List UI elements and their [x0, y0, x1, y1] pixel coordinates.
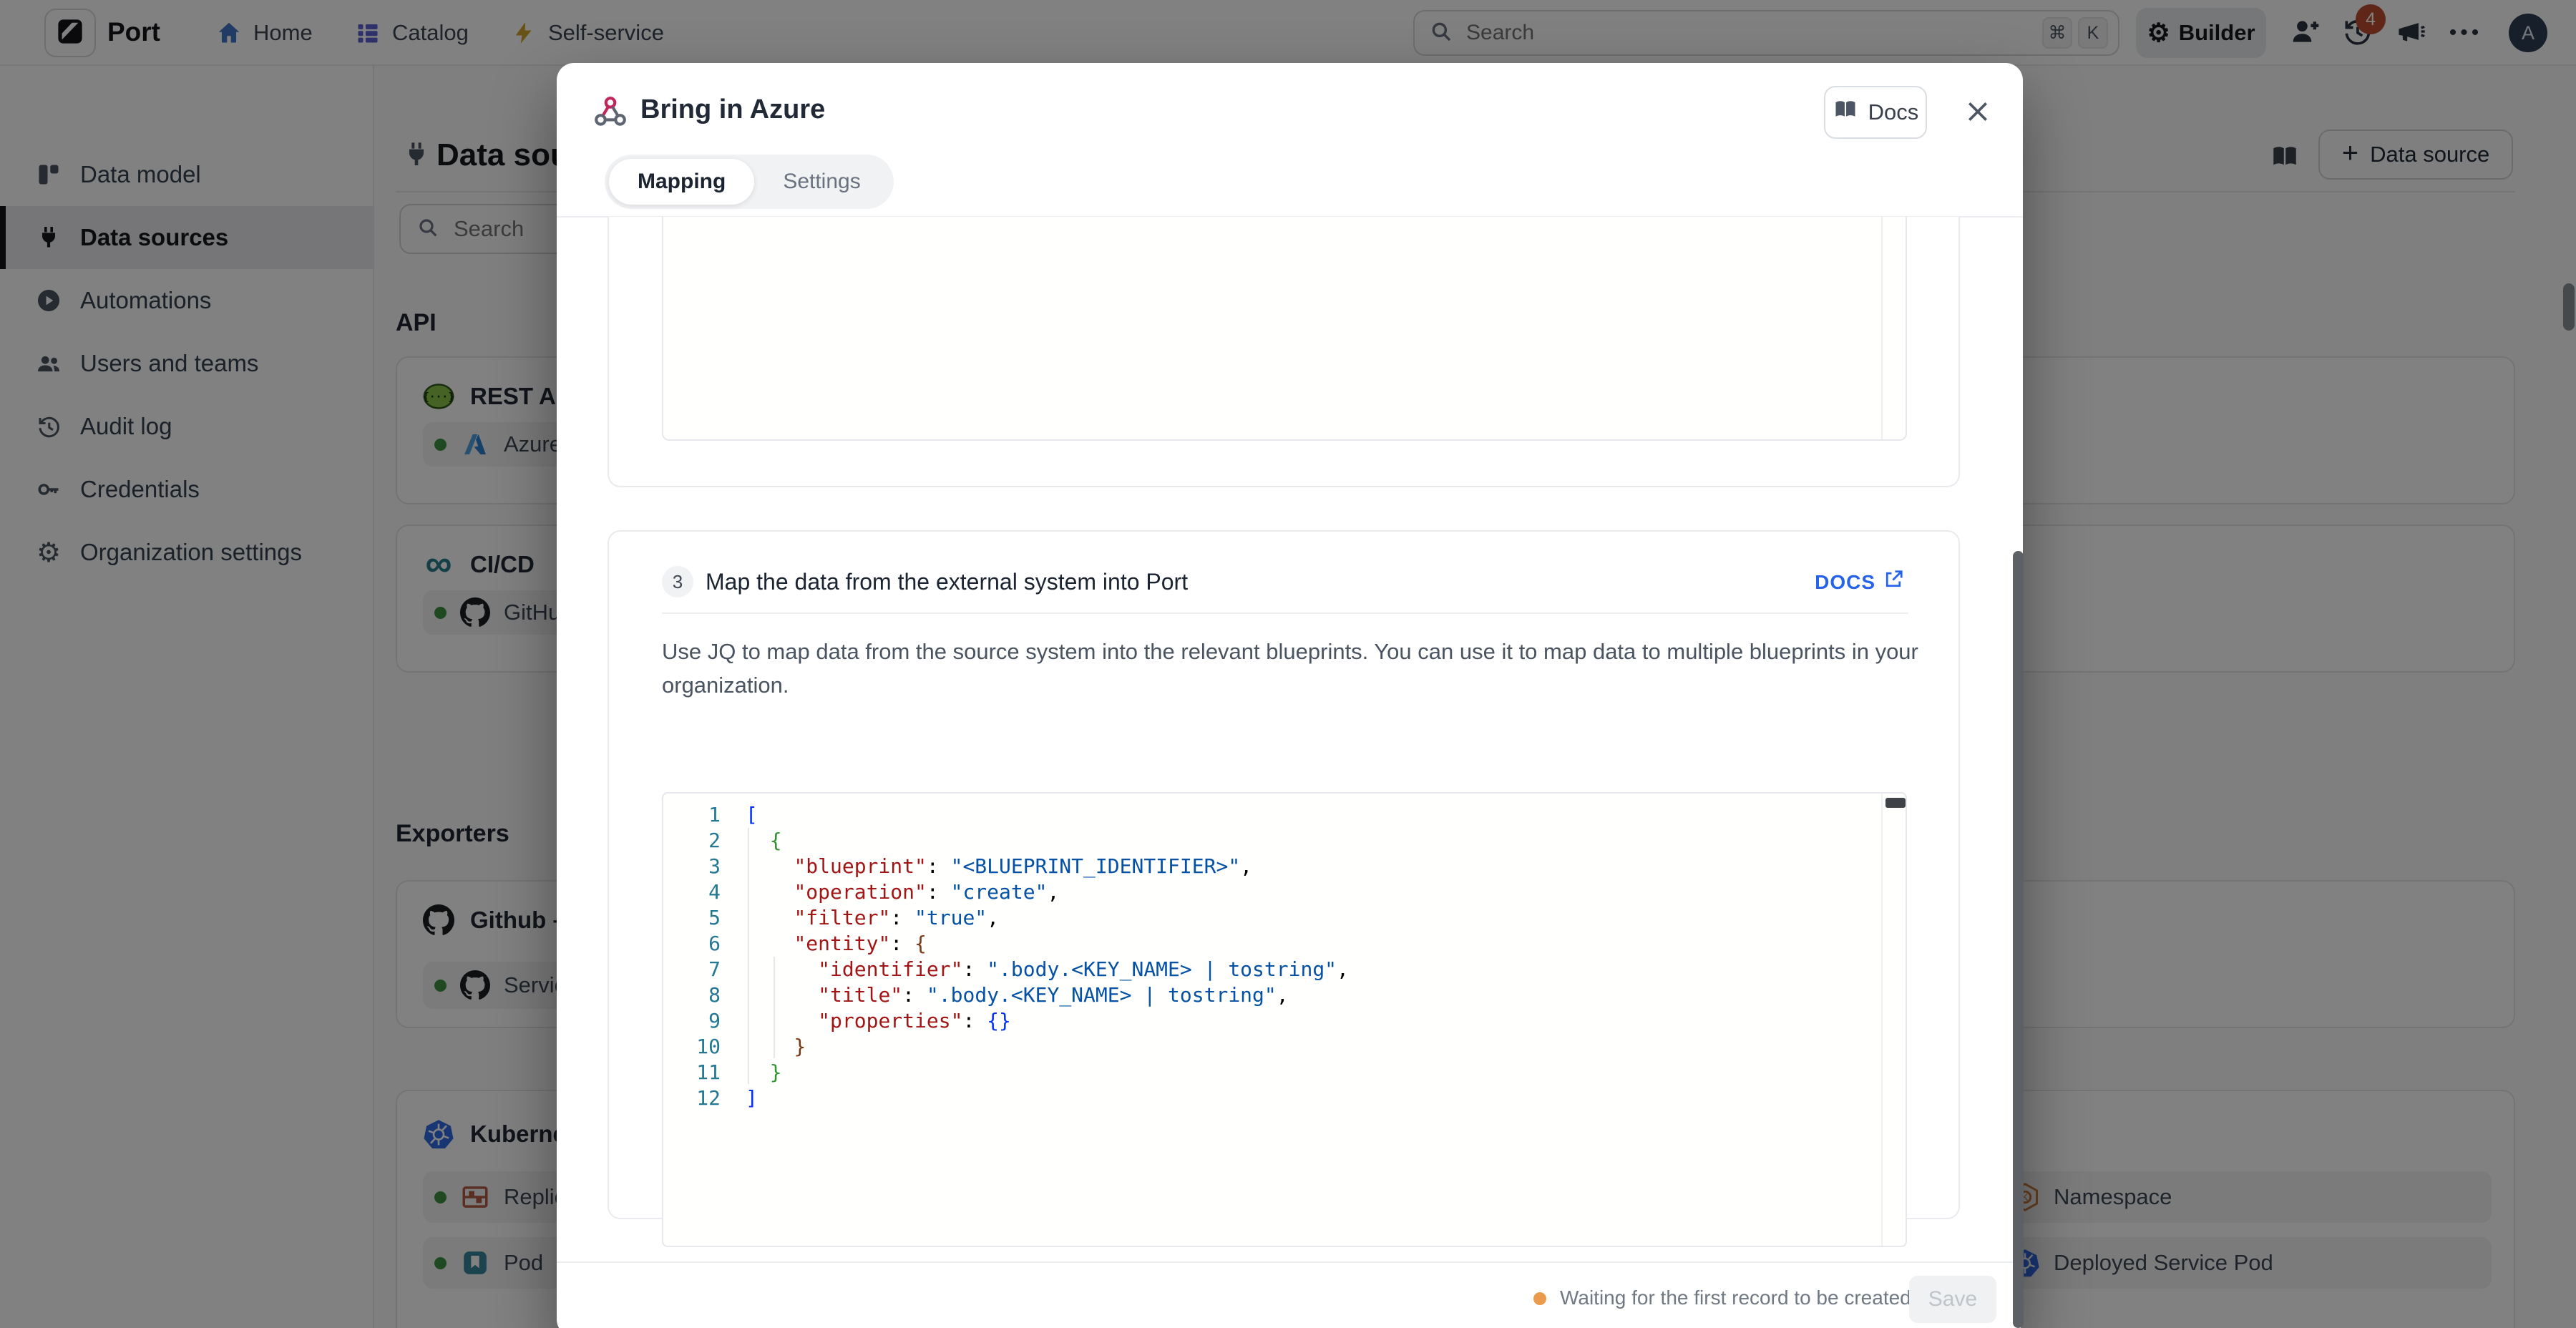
- save-button[interactable]: Save: [1909, 1276, 1996, 1323]
- modal-docs-button[interactable]: Docs: [1824, 86, 1927, 139]
- step-number-badge: 3: [662, 566, 693, 597]
- code-gutter[interactable]: 123456789101112: [663, 802, 721, 1111]
- modal-tabs: Mapping Settings: [605, 155, 894, 209]
- docs-label: Docs: [1868, 99, 1919, 125]
- previous-code-editor[interactable]: [662, 217, 1907, 441]
- close-icon[interactable]: [1961, 94, 1995, 129]
- previous-step-card: [608, 217, 1960, 487]
- status-dot-orange: [1533, 1292, 1546, 1305]
- jq-mapping-editor[interactable]: 123456789101112 [ { "blueprint": "<BLUEP…: [662, 792, 1907, 1247]
- footer-status-text: Waiting for the first record to be creat…: [1560, 1286, 1911, 1309]
- external-link-icon: [1883, 569, 1904, 595]
- tab-settings[interactable]: Settings: [754, 159, 889, 205]
- tab-mapping[interactable]: Mapping: [609, 159, 754, 205]
- book-icon: [1833, 97, 1858, 128]
- minimap-divider: [1881, 794, 1883, 1246]
- modal-title: Bring in Azure: [640, 94, 825, 125]
- webhook-icon: [592, 94, 628, 134]
- step-3-card: 3 Map the data from the external system …: [608, 530, 1960, 1219]
- step-description: Use JQ to map data from the source syste…: [662, 635, 1921, 702]
- docs-link-label: DOCS: [1815, 571, 1875, 594]
- indent-guide: [748, 828, 749, 1084]
- step-divider: [662, 612, 1908, 614]
- minimap-slider[interactable]: [1885, 798, 1906, 808]
- bring-in-azure-modal: Bring in Azure Docs Mapping Settings 3 M…: [557, 63, 2023, 1328]
- modal-scrollbar-thumb[interactable]: [2013, 551, 2024, 1328]
- save-label: Save: [1928, 1287, 1977, 1312]
- step-docs-link[interactable]: DOCS: [1815, 569, 1904, 595]
- minimap-divider: [1881, 217, 1883, 439]
- footer-divider: [557, 1261, 2023, 1263]
- indent-guide: [774, 957, 775, 1058]
- screen: Port Home Catalog Self-service ⌘ K: [0, 0, 2576, 1328]
- code-lines[interactable]: [ { "blueprint": "<BLUEPRINT_IDENTIFIER>…: [746, 802, 1349, 1111]
- step-title: Map the data from the external system in…: [706, 569, 1188, 595]
